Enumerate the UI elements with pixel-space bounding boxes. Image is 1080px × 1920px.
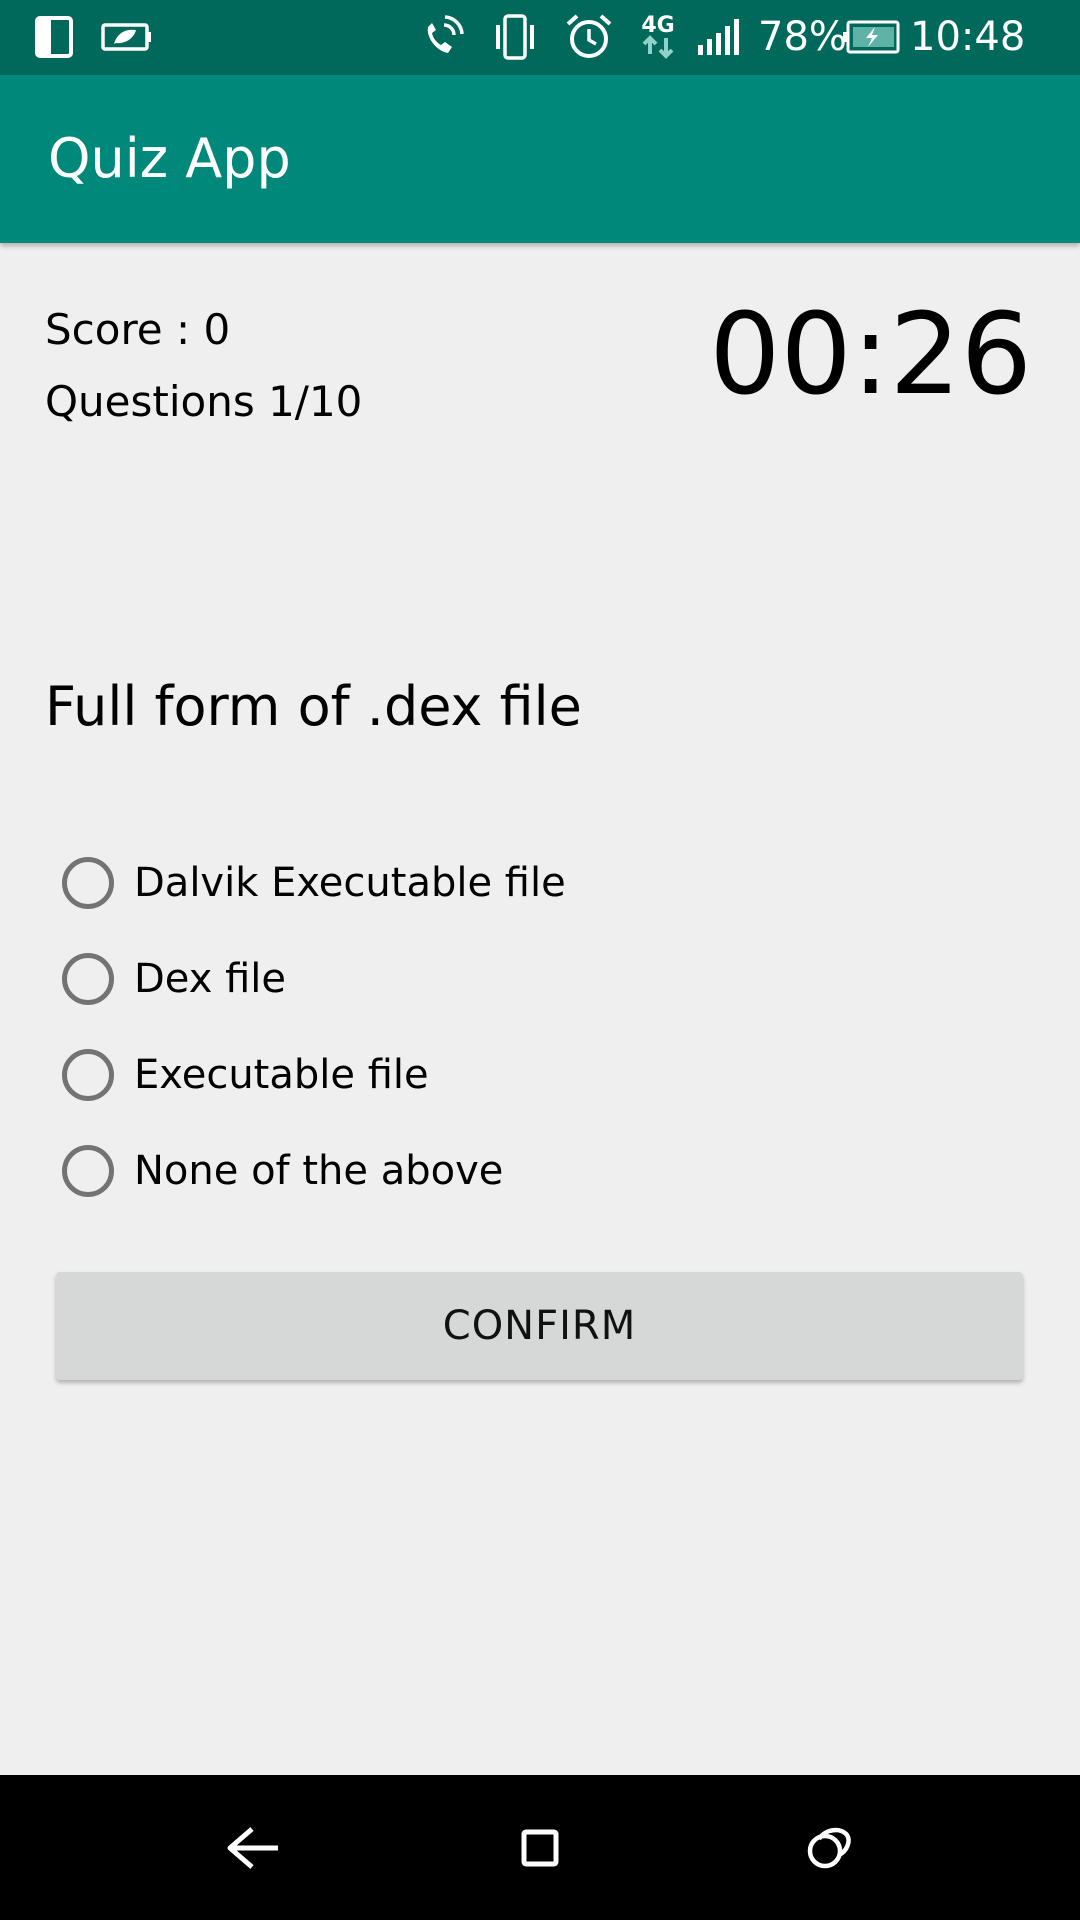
answer-option-label[interactable]: Executable file: [134, 1047, 429, 1103]
recents-icon[interactable]: [758, 1775, 898, 1920]
countdown-timer: 00:26: [709, 290, 1032, 420]
app-bar: Quiz App: [0, 75, 1080, 243]
battery-percent: 78%: [758, 14, 847, 60]
answer-option[interactable]: Executable file: [62, 1027, 962, 1123]
answer-option[interactable]: Dex file: [62, 931, 962, 1027]
alarm-icon: [564, 12, 614, 62]
answer-option[interactable]: None of the above: [62, 1123, 962, 1219]
answer-option-label[interactable]: Dex file: [134, 951, 286, 1007]
answer-option-label[interactable]: Dalvik Executable file: [134, 855, 566, 911]
answer-options: Dalvik Executable file Dex file Executab…: [62, 835, 962, 1219]
radio-button[interactable]: [62, 1049, 114, 1101]
vibrate-icon: [490, 12, 540, 62]
back-icon[interactable]: [182, 1775, 322, 1920]
answer-option-label[interactable]: None of the above: [134, 1143, 503, 1199]
battery-charging-icon: [842, 12, 900, 62]
home-icon[interactable]: [470, 1775, 610, 1920]
radio-button[interactable]: [62, 857, 114, 909]
dual-screen-icon: [34, 12, 74, 62]
clock: 10:48 AM: [910, 0, 1080, 132]
radio-button[interactable]: [62, 953, 114, 1005]
battery-saver-icon: [100, 12, 152, 62]
status-bar: 4G 78% 10:48 AM: [0, 0, 1080, 132]
wifi-calling-icon: [418, 12, 466, 62]
svg-text:4G: 4G: [641, 13, 674, 38]
radio-button[interactable]: [62, 1145, 114, 1197]
network-4g-icon: 4G: [636, 12, 680, 62]
question-count-label: Questions 1/10: [45, 377, 363, 426]
navigation-bar: [0, 1775, 1080, 1920]
confirm-button[interactable]: CONFIRM: [56, 1272, 1023, 1380]
answer-option[interactable]: Dalvik Executable file: [62, 835, 962, 931]
score-label: Score : 0: [45, 305, 231, 354]
app-title: Quiz App: [48, 127, 291, 190]
clock-time: 10:48: [910, 14, 1026, 60]
question-text: Full form of .dex file: [45, 675, 582, 738]
signal-icon: [696, 12, 744, 62]
